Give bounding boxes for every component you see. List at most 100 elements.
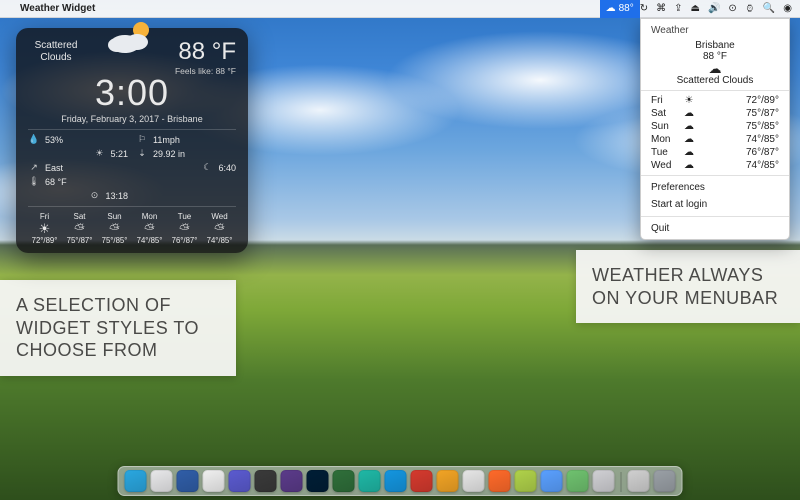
menubar: Weather Widget ☁︎ 88° ↻ ⌘ ⇪ ⏏ 🔊 ⊙ ⌚︎ 🔍 ◉ bbox=[0, 0, 800, 18]
cloud-icon: ☁︎ bbox=[606, 3, 616, 14]
weather-icon: ☁︎ bbox=[679, 160, 699, 171]
clock-icon: ⊙ bbox=[88, 190, 100, 201]
status-icon[interactable]: ◉ bbox=[783, 3, 792, 14]
dock-app[interactable] bbox=[333, 470, 355, 492]
menubar-weather-item[interactable]: ☁︎ 88° bbox=[600, 0, 640, 18]
status-icon[interactable]: ⌘ bbox=[656, 3, 666, 14]
dock-app[interactable] bbox=[359, 470, 381, 492]
dock[interactable] bbox=[118, 466, 683, 496]
menu-quit[interactable]: Quit bbox=[641, 220, 789, 237]
hi-lo: 74°/85° bbox=[203, 236, 236, 245]
dock-app[interactable] bbox=[593, 470, 615, 492]
day-label: Wed bbox=[651, 160, 679, 171]
dock-app[interactable] bbox=[229, 470, 251, 492]
dropdown-forecast-row: Mon☁︎74°/85° bbox=[641, 133, 789, 146]
sun-cloud-icon bbox=[103, 18, 161, 58]
hi-lo: 75°/87° bbox=[699, 108, 779, 119]
widget-temp: 88 °F bbox=[175, 40, 236, 64]
dock-app[interactable] bbox=[463, 470, 485, 492]
hi-lo: 72°/89° bbox=[699, 95, 779, 106]
dropdown-forecast-row: Sat☁︎75°/87° bbox=[641, 107, 789, 120]
weather-icon: ⛅︎ bbox=[133, 222, 166, 235]
day-label: Sun bbox=[651, 121, 679, 132]
stat-wind: ⚐11mph bbox=[136, 134, 236, 145]
weather-icon: ☁︎ bbox=[679, 108, 699, 119]
droplet-icon: 💧 bbox=[28, 134, 40, 145]
menu-preferences[interactable]: Preferences bbox=[641, 179, 789, 196]
pressure-icon: ⇣ bbox=[136, 148, 148, 159]
divider bbox=[641, 175, 789, 176]
dropdown-header: Weather bbox=[641, 23, 789, 38]
menu-start-at-login[interactable]: Start at login bbox=[641, 196, 789, 213]
dock-app[interactable] bbox=[151, 470, 173, 492]
stat-winddir: ↗East bbox=[28, 162, 128, 173]
day-label: Sun bbox=[98, 212, 131, 221]
hi-lo: 75°/85° bbox=[699, 121, 779, 132]
hi-lo: 74°/85° bbox=[699, 134, 779, 145]
status-icon[interactable]: 🔊 bbox=[708, 3, 720, 14]
weather-icon: ☀︎ bbox=[679, 95, 699, 106]
dock-app[interactable] bbox=[177, 470, 199, 492]
status-icon[interactable]: ⏏ bbox=[691, 3, 700, 14]
forecast-day: Tue⛅︎76°/87° bbox=[168, 212, 201, 245]
status-icon[interactable]: ↻ bbox=[640, 3, 648, 14]
status-icon[interactable]: ⌚︎ bbox=[745, 1, 755, 16]
status-icon[interactable]: ⇪ bbox=[674, 3, 682, 14]
hi-lo: 76°/87° bbox=[699, 147, 779, 158]
dropdown-forecast-row: Fri☀︎72°/89° bbox=[641, 94, 789, 107]
sunset-icon: ☾ bbox=[201, 162, 213, 173]
compass-icon: ↗ bbox=[28, 162, 40, 173]
divider bbox=[641, 90, 789, 91]
dropdown-condition: Scattered Clouds bbox=[641, 75, 789, 86]
day-label: Tue bbox=[651, 147, 679, 158]
weather-dropdown: Weather Brisbane 88 °F ☁︎ Scattered Clou… bbox=[640, 18, 790, 240]
hi-lo: 72°/89° bbox=[28, 236, 61, 245]
hi-lo: 74°/85° bbox=[699, 160, 779, 171]
stat-pressure: ⇣29.92 in bbox=[136, 148, 236, 159]
weather-icon: ⛅︎ bbox=[98, 222, 131, 235]
day-label: Sat bbox=[63, 212, 96, 221]
dock-app[interactable] bbox=[654, 470, 676, 492]
status-icon[interactable]: ⊙ bbox=[728, 3, 736, 14]
day-label: Sat bbox=[651, 108, 679, 119]
dock-separator bbox=[621, 472, 622, 492]
weather-icon: ☁︎ bbox=[679, 147, 699, 158]
dock-app[interactable] bbox=[489, 470, 511, 492]
dock-app[interactable] bbox=[411, 470, 433, 492]
dock-app[interactable] bbox=[307, 470, 329, 492]
day-label: Fri bbox=[651, 95, 679, 106]
dock-app[interactable] bbox=[567, 470, 589, 492]
day-label: Fri bbox=[28, 212, 61, 221]
forecast-day: Wed⛅︎74°/85° bbox=[203, 212, 236, 245]
dock-app[interactable] bbox=[281, 470, 303, 492]
dropdown-forecast-row: Tue☁︎76°/87° bbox=[641, 146, 789, 159]
forecast-day: Fri☀︎72°/89° bbox=[28, 212, 61, 245]
dock-app[interactable] bbox=[255, 470, 277, 492]
dock-app[interactable] bbox=[628, 470, 650, 492]
weather-icon: ☁︎ bbox=[679, 121, 699, 132]
wind-icon: ⚐ bbox=[136, 134, 148, 145]
dock-app[interactable] bbox=[437, 470, 459, 492]
sunrise-icon: ☀︎ bbox=[93, 148, 105, 159]
widget-date: Friday, February 3, 2017 - Brisbane bbox=[28, 114, 236, 130]
widget-feels-like: Feels like: 88 °F bbox=[175, 66, 236, 76]
dock-app[interactable] bbox=[541, 470, 563, 492]
stat-dewpoint: 🌡68 °F bbox=[28, 176, 128, 187]
weather-icon: ⛅︎ bbox=[168, 222, 201, 235]
status-icon[interactable]: 🔍 bbox=[763, 3, 775, 14]
callout-right: WEATHER ALWAYS ON YOUR MENUBAR bbox=[576, 250, 800, 323]
dock-app[interactable] bbox=[515, 470, 537, 492]
weather-widget[interactable]: Scattered Clouds 88 °F Feels like: 88 °F… bbox=[16, 28, 248, 253]
dock-app[interactable] bbox=[385, 470, 407, 492]
app-title[interactable]: Weather Widget bbox=[20, 3, 95, 14]
thermometer-icon: 🌡 bbox=[28, 176, 40, 187]
dock-app[interactable] bbox=[125, 470, 147, 492]
widget-forecast: Fri☀︎72°/89°Sat⛅︎75°/87°Sun⛅︎75°/85°Mon⛅… bbox=[28, 212, 236, 245]
menubar-temp: 88° bbox=[619, 3, 634, 14]
dock-app[interactable] bbox=[203, 470, 225, 492]
cloud-icon: ☁︎ bbox=[641, 62, 789, 75]
menubar-status-icons: ↻ ⌘ ⇪ ⏏ 🔊 ⊙ ⌚︎ 🔍 ◉ bbox=[640, 1, 800, 16]
widget-condition: Scattered Clouds bbox=[28, 40, 84, 63]
weather-icon: ☀︎ bbox=[28, 222, 61, 235]
forecast-day: Sun⛅︎75°/85° bbox=[98, 212, 131, 245]
